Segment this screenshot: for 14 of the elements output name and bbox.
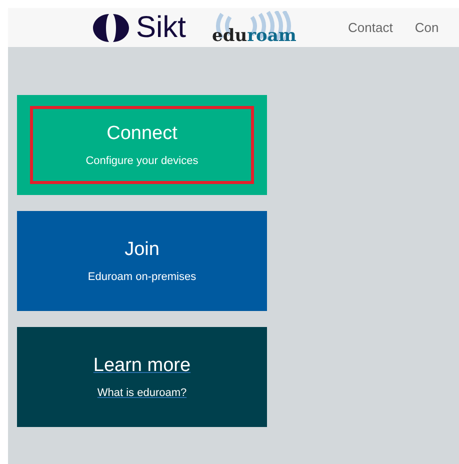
nav-link[interactable]: Contact [348,20,393,35]
brand-name: Sikt [136,12,186,42]
card-subtitle: What is eduroam? [97,387,187,399]
card-link[interactable]: Learn more What is eduroam? [17,327,267,427]
card-title: Learn more [93,355,191,377]
card-title: Join [124,239,160,261]
card-title: Connect [106,123,178,145]
nav-link[interactable]: Con [414,20,439,35]
partner-logo-text: eduroam [212,28,296,44]
card-subtitle: Eduroam on-premises [88,271,196,283]
card-link[interactable]: Connect Configure your devices [17,95,267,195]
card-subtitle: Configure your devices [86,155,198,167]
logo-icon [92,12,130,42]
card-link[interactable]: Join Eduroam on-premises [17,211,267,311]
